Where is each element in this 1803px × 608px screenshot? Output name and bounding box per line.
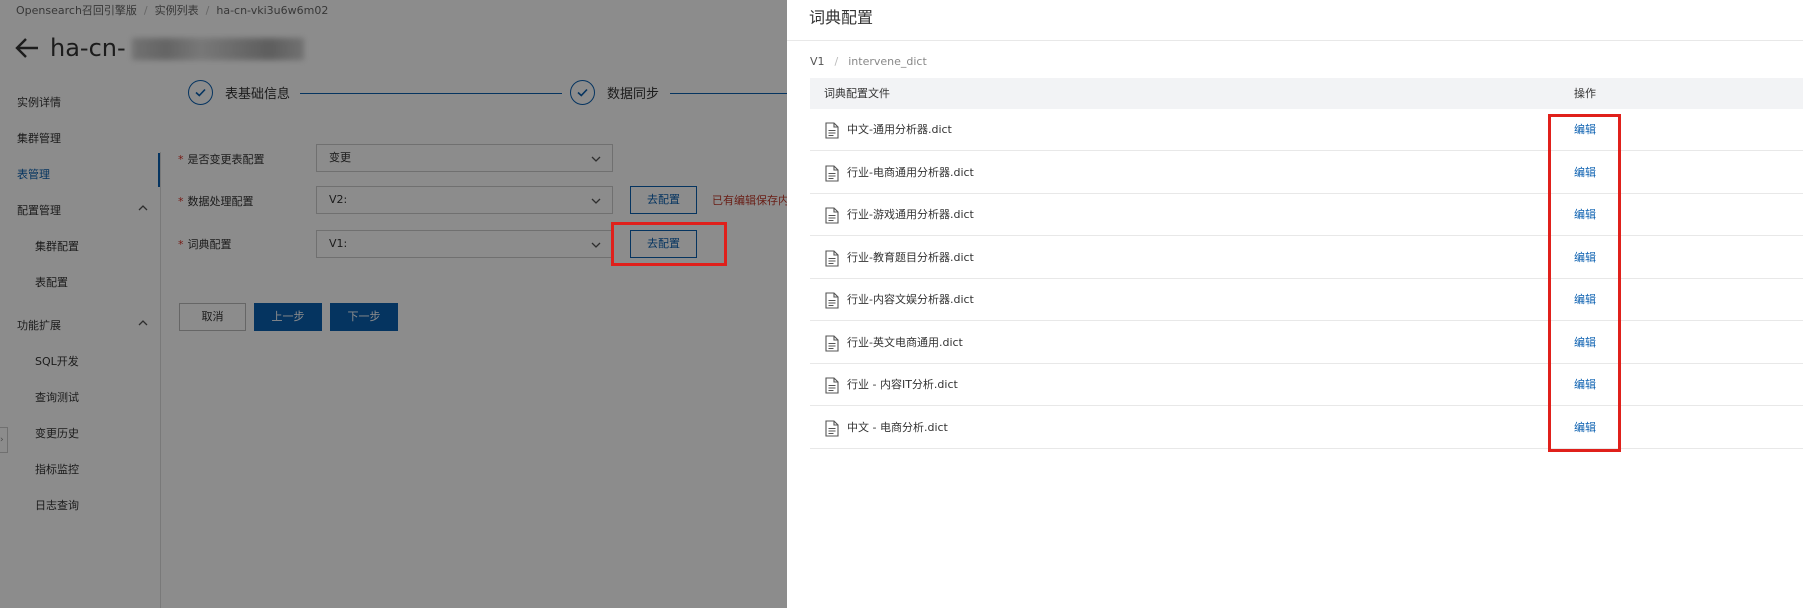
highlight-box	[611, 222, 727, 266]
table-row: 行业-英文电商通用.dict 编辑	[810, 322, 1803, 364]
table-row: 行业-内容文娱分析器.dict 编辑	[810, 279, 1803, 321]
column-header-file: 词典配置文件	[824, 87, 890, 100]
modal-backdrop[interactable]	[0, 0, 787, 608]
table-row: 行业-游戏通用分析器.dict 编辑	[810, 194, 1803, 236]
drawer-title: 词典配置	[809, 8, 874, 27]
dict-file-name: 行业-教育题目分析器.dict	[847, 250, 974, 264]
dict-file-name: 中文-通用分析器.dict	[847, 123, 952, 136]
file-icon	[825, 292, 839, 309]
file-icon	[825, 164, 839, 182]
column-header-action: 操作	[1574, 87, 1596, 100]
dict-file-name: 行业-电商通用分析器.dict	[847, 165, 974, 179]
table-row: 行业-电商通用分析器.dict 编辑	[810, 152, 1803, 194]
table-row: 中文-通用分析器.dict 编辑	[810, 109, 1803, 151]
file-icon	[825, 377, 839, 394]
dict-file-name: 行业-内容文娱分析器.dict	[847, 293, 974, 306]
table-row: 行业-教育题目分析器.dict 编辑	[810, 237, 1803, 279]
drawer-divider	[787, 40, 1803, 41]
drawer-breadcrumb-current: intervene_dict	[848, 55, 927, 68]
file-icon	[825, 419, 839, 437]
file-icon	[825, 122, 839, 139]
table-header: 词典配置文件 操作	[810, 78, 1803, 109]
dict-file-name: 行业 - 内容IT分析.dict	[847, 378, 958, 391]
dict-file-name: 行业-游戏通用分析器.dict	[847, 208, 974, 221]
drawer-breadcrumb: V1/intervene_dict	[810, 55, 927, 68]
drawer-breadcrumb-version[interactable]: V1	[810, 55, 825, 68]
dict-file-name: 中文 - 电商分析.dict	[847, 420, 948, 434]
table-row: 中文 - 电商分析.dict 编辑	[810, 407, 1803, 449]
dict-config-drawer: 词典配置 V1/intervene_dict 词典配置文件 操作 中文-通用分析…	[787, 0, 1803, 608]
table-row: 行业 - 内容IT分析.dict 编辑	[810, 364, 1803, 406]
highlight-box	[1548, 114, 1621, 452]
dict-file-name: 行业-英文电商通用.dict	[847, 335, 963, 349]
file-icon	[825, 249, 839, 267]
file-icon	[825, 207, 839, 224]
file-icon	[825, 334, 839, 352]
